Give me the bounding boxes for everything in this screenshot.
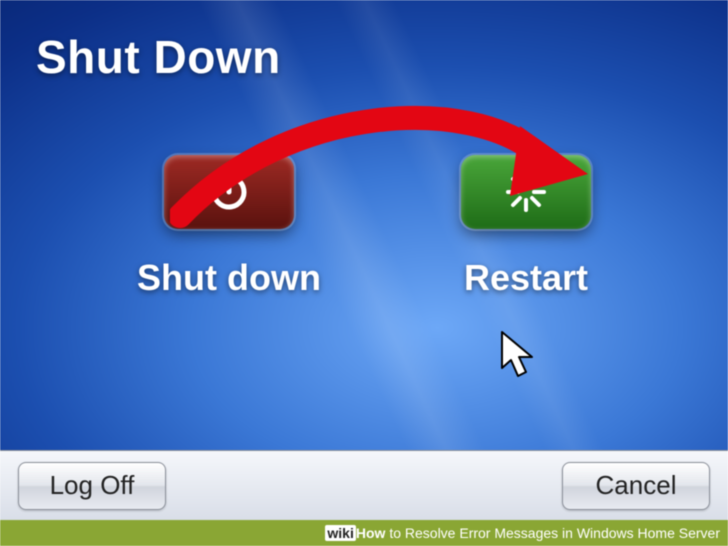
dialog-button-bar: Log Off Cancel <box>0 450 728 520</box>
restart-button[interactable] <box>461 155 591 229</box>
restart-label: Restart <box>464 257 588 299</box>
wikihow-watermark: wikiHow to Resolve Error Messages in Win… <box>0 520 728 546</box>
cursor-icon <box>500 330 534 378</box>
logoff-button[interactable]: Log Off <box>18 462 166 510</box>
shutdown-option[interactable]: Shut down <box>137 155 321 299</box>
power-icon <box>207 170 251 214</box>
dialog-title: Shut Down <box>36 30 281 84</box>
shutdown-dialog-screen: Shut Down Shut down <box>0 0 728 546</box>
watermark-brand-suffix: How <box>356 525 386 541</box>
shutdown-options: Shut down <box>0 155 728 299</box>
restart-option[interactable]: Restart <box>461 155 591 299</box>
shutdown-label: Shut down <box>137 257 321 299</box>
restart-icon <box>503 169 549 215</box>
shutdown-button[interactable] <box>164 155 294 229</box>
watermark-text: to Resolve Error Messages in Windows Hom… <box>385 525 720 541</box>
cancel-button[interactable]: Cancel <box>562 462 710 510</box>
watermark-brand-prefix: wiki <box>325 525 355 541</box>
